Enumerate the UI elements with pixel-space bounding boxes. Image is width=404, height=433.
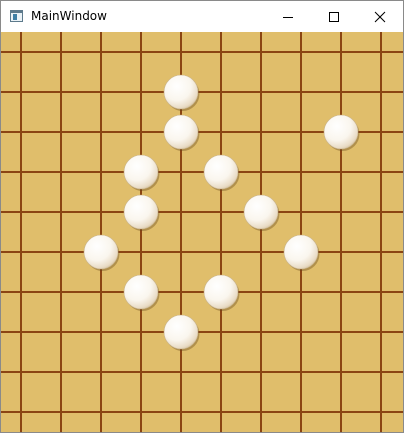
stone-body	[163, 314, 199, 350]
minimize-button[interactable]	[265, 1, 311, 32]
stone-body	[83, 234, 119, 270]
board-canvas[interactable]	[1, 32, 403, 432]
close-button[interactable]	[357, 1, 403, 32]
maximize-button[interactable]	[311, 1, 357, 32]
app-window-icon	[10, 10, 23, 22]
stone-body	[163, 74, 199, 110]
stone-body	[123, 274, 159, 310]
stone-body	[163, 114, 199, 150]
stone-body	[123, 194, 159, 230]
stone-body	[203, 154, 239, 190]
maximize-icon	[329, 11, 339, 22]
stone-body	[323, 114, 359, 150]
stone-body	[243, 194, 279, 230]
stone-body	[283, 234, 319, 270]
main-window: MainWindow	[0, 0, 404, 433]
window-title: MainWindow	[31, 9, 107, 23]
stone-body	[203, 274, 239, 310]
title-bar[interactable]: MainWindow	[1, 1, 403, 32]
close-icon	[374, 11, 386, 22]
minimize-icon	[283, 16, 293, 18]
game-board[interactable]	[1, 32, 403, 432]
stone-body	[123, 154, 159, 190]
